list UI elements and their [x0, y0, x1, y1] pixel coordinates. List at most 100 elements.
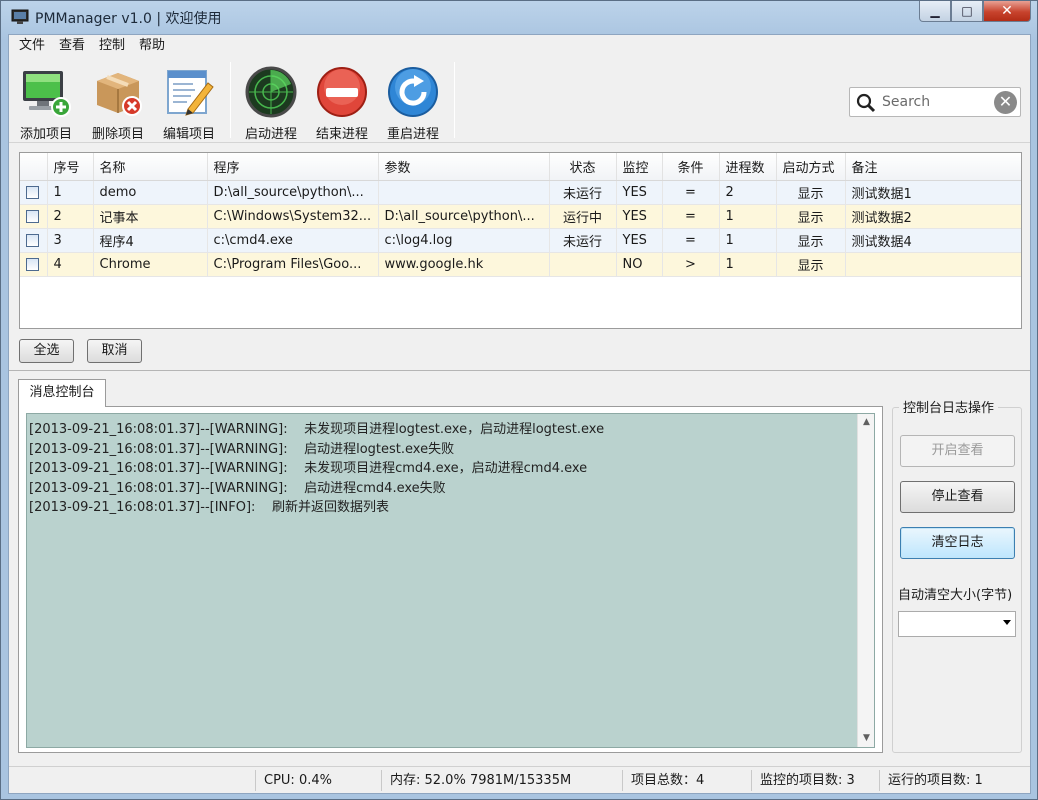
cell-launch-mode: 显示: [776, 252, 846, 277]
cell-note: 测试数据4: [845, 228, 1021, 253]
cancel-selection-button[interactable]: 取消: [87, 339, 142, 363]
restart-process-button[interactable]: 重启进程: [378, 61, 448, 143]
column-header-index[interactable]: 序号: [47, 153, 94, 181]
menu-file[interactable]: 文件: [12, 35, 52, 57]
cell-program: D:\all_source\python\...: [207, 180, 379, 205]
cell-name: 记事本: [93, 204, 208, 229]
tab-message-console[interactable]: 消息控制台: [18, 379, 106, 407]
scroll-down-icon[interactable]: ▼: [858, 730, 875, 747]
log-line: [2013-09-21_16:08:01.37]--[WARNING]: 启动进…: [29, 442, 455, 457]
client-area: 文件 查看 控制 帮助 添加项目 删除项目 编辑项目 启动进程 结束进程 重启进…: [8, 34, 1031, 794]
restart-process-label: 重启进程: [386, 127, 439, 142]
cell-program: c:\cmd4.exe: [207, 228, 379, 253]
console-panel: [2013-09-21_16:08:01.37]--[WARNING]: 未发现…: [18, 406, 883, 753]
cell-name: demo: [93, 180, 208, 205]
column-header-note[interactable]: 备注: [845, 153, 1021, 181]
row-checkbox[interactable]: [26, 209, 39, 223]
auto-clear-size-select[interactable]: [898, 611, 1016, 637]
table-row[interactable]: 2 记事本 C:\Windows\System32... D:\all_sour…: [20, 204, 1021, 229]
edit-project-label: 编辑项目: [162, 127, 215, 142]
log-console[interactable]: [2013-09-21_16:08:01.37]--[WARNING]: 未发现…: [26, 413, 875, 748]
log-ops-title: 控制台日志操作: [899, 397, 999, 416]
title-bar[interactable]: PMManager v1.0 | 欢迎使用 ▁ □ ✕: [1, 1, 1037, 34]
grid-header: 序号 名称 程序 参数 状态 监控 条件 进程数 启动方式 备注: [20, 153, 1021, 181]
column-header-condition[interactable]: 条件: [662, 153, 720, 181]
column-header-check[interactable]: [20, 153, 48, 181]
stop-view-button[interactable]: 停止查看: [900, 481, 1015, 513]
menu-help[interactable]: 帮助: [132, 35, 172, 57]
row-checkbox[interactable]: [26, 233, 39, 247]
refresh-icon: [388, 67, 438, 117]
toolbar-separator: [454, 62, 455, 138]
menu-control[interactable]: 控制: [92, 35, 132, 57]
radar-icon: [245, 66, 297, 118]
table-row[interactable]: 4 Chrome C:\Program Files\Goo... www.goo…: [20, 252, 1021, 277]
cell-name: 程序4: [93, 228, 208, 253]
status-memory: 内存: 52.0% 7981M/15335M: [381, 770, 620, 791]
dropdown-arrow-icon[interactable]: [1003, 620, 1011, 625]
cell-process-count: 1: [719, 204, 777, 229]
column-header-status[interactable]: 状态: [549, 153, 617, 181]
cell-condition: =: [662, 204, 720, 229]
clear-search-icon[interactable]: ✕: [994, 91, 1017, 114]
app-icon: [11, 9, 29, 24]
cell-note: [845, 252, 1021, 277]
table-row[interactable]: 3 程序4 c:\cmd4.exe c:\log4.log 未运行 YES = …: [20, 228, 1021, 253]
column-header-args[interactable]: 参数: [378, 153, 550, 181]
app-window: PMManager v1.0 | 欢迎使用 ▁ □ ✕ 文件 查看 控制 帮助: [0, 0, 1038, 800]
toolbar: 添加项目 删除项目 编辑项目 启动进程 结束进程 重启进程 Search ✕: [9, 57, 1030, 143]
vertical-scrollbar[interactable]: ▲ ▼: [857, 414, 874, 747]
cell-status: 未运行: [549, 228, 617, 253]
column-header-launch-mode[interactable]: 启动方式: [776, 153, 846, 181]
search-box[interactable]: Search ✕: [849, 87, 1021, 117]
menu-view[interactable]: 查看: [52, 35, 92, 57]
add-project-button[interactable]: 添加项目: [11, 61, 81, 143]
open-view-button[interactable]: 开启查看: [900, 435, 1015, 467]
column-header-program[interactable]: 程序: [207, 153, 379, 181]
toolbar-separator: [230, 62, 231, 138]
cell-condition: =: [662, 180, 720, 205]
row-checkbox[interactable]: [26, 185, 39, 199]
column-header-name[interactable]: 名称: [93, 153, 208, 181]
table-row[interactable]: 1 demo D:\all_source\python\... 未运行 YES …: [20, 180, 1021, 205]
menu-bar: 文件 查看 控制 帮助: [9, 35, 1030, 57]
maximize-button[interactable]: □: [951, 1, 983, 22]
cell-process-count: 1: [719, 252, 777, 277]
monitor-add-icon: [23, 71, 71, 117]
status-monitored-projects: 监控的项目数: 3: [751, 770, 879, 791]
document-edit-icon: [167, 70, 214, 116]
search-input[interactable]: Search: [882, 94, 930, 110]
stop-process-button[interactable]: 结束进程: [307, 61, 377, 143]
log-line: [2013-09-21_16:08:01.37]--[INFO]: 刷新并返回数…: [29, 500, 389, 515]
cell-args: www.google.hk: [378, 252, 550, 277]
cell-args: [378, 180, 550, 205]
cell-index: 4: [47, 252, 94, 277]
cell-args: D:\all_source\python\...: [378, 204, 550, 229]
row-checkbox[interactable]: [26, 257, 39, 271]
close-button[interactable]: ✕: [983, 1, 1031, 22]
edit-project-button[interactable]: 编辑项目: [154, 61, 224, 143]
search-icon: [856, 93, 876, 113]
clear-log-button[interactable]: 清空日志: [900, 527, 1015, 559]
column-header-process-count[interactable]: 进程数: [719, 153, 777, 181]
delete-project-label: 删除项目: [91, 127, 144, 142]
cell-condition: >: [662, 252, 720, 277]
column-header-monitor[interactable]: 监控: [616, 153, 663, 181]
select-all-button[interactable]: 全选: [19, 339, 74, 363]
scroll-up-icon[interactable]: ▲: [858, 414, 875, 431]
delete-project-button[interactable]: 删除项目: [83, 61, 153, 143]
cell-status: [549, 252, 617, 277]
window-title: PMManager v1.0 | 欢迎使用: [35, 11, 222, 27]
cell-status: 运行中: [549, 204, 617, 229]
cell-monitor: YES: [616, 180, 663, 205]
project-grid: 序号 名称 程序 参数 状态 监控 条件 进程数 启动方式 备注 1 demo …: [19, 152, 1022, 329]
start-process-button[interactable]: 启动进程: [236, 61, 306, 143]
cell-launch-mode: 显示: [776, 204, 846, 229]
cell-program: C:\Windows\System32...: [207, 204, 379, 229]
log-line: [2013-09-21_16:08:01.37]--[WARNING]: 未发现…: [29, 422, 605, 437]
cell-note: 测试数据1: [845, 180, 1021, 205]
minimize-button[interactable]: ▁: [919, 1, 951, 22]
splitter[interactable]: [9, 370, 1030, 373]
status-cpu: CPU: 0.4%: [255, 770, 379, 791]
add-project-label: 添加项目: [19, 127, 72, 142]
